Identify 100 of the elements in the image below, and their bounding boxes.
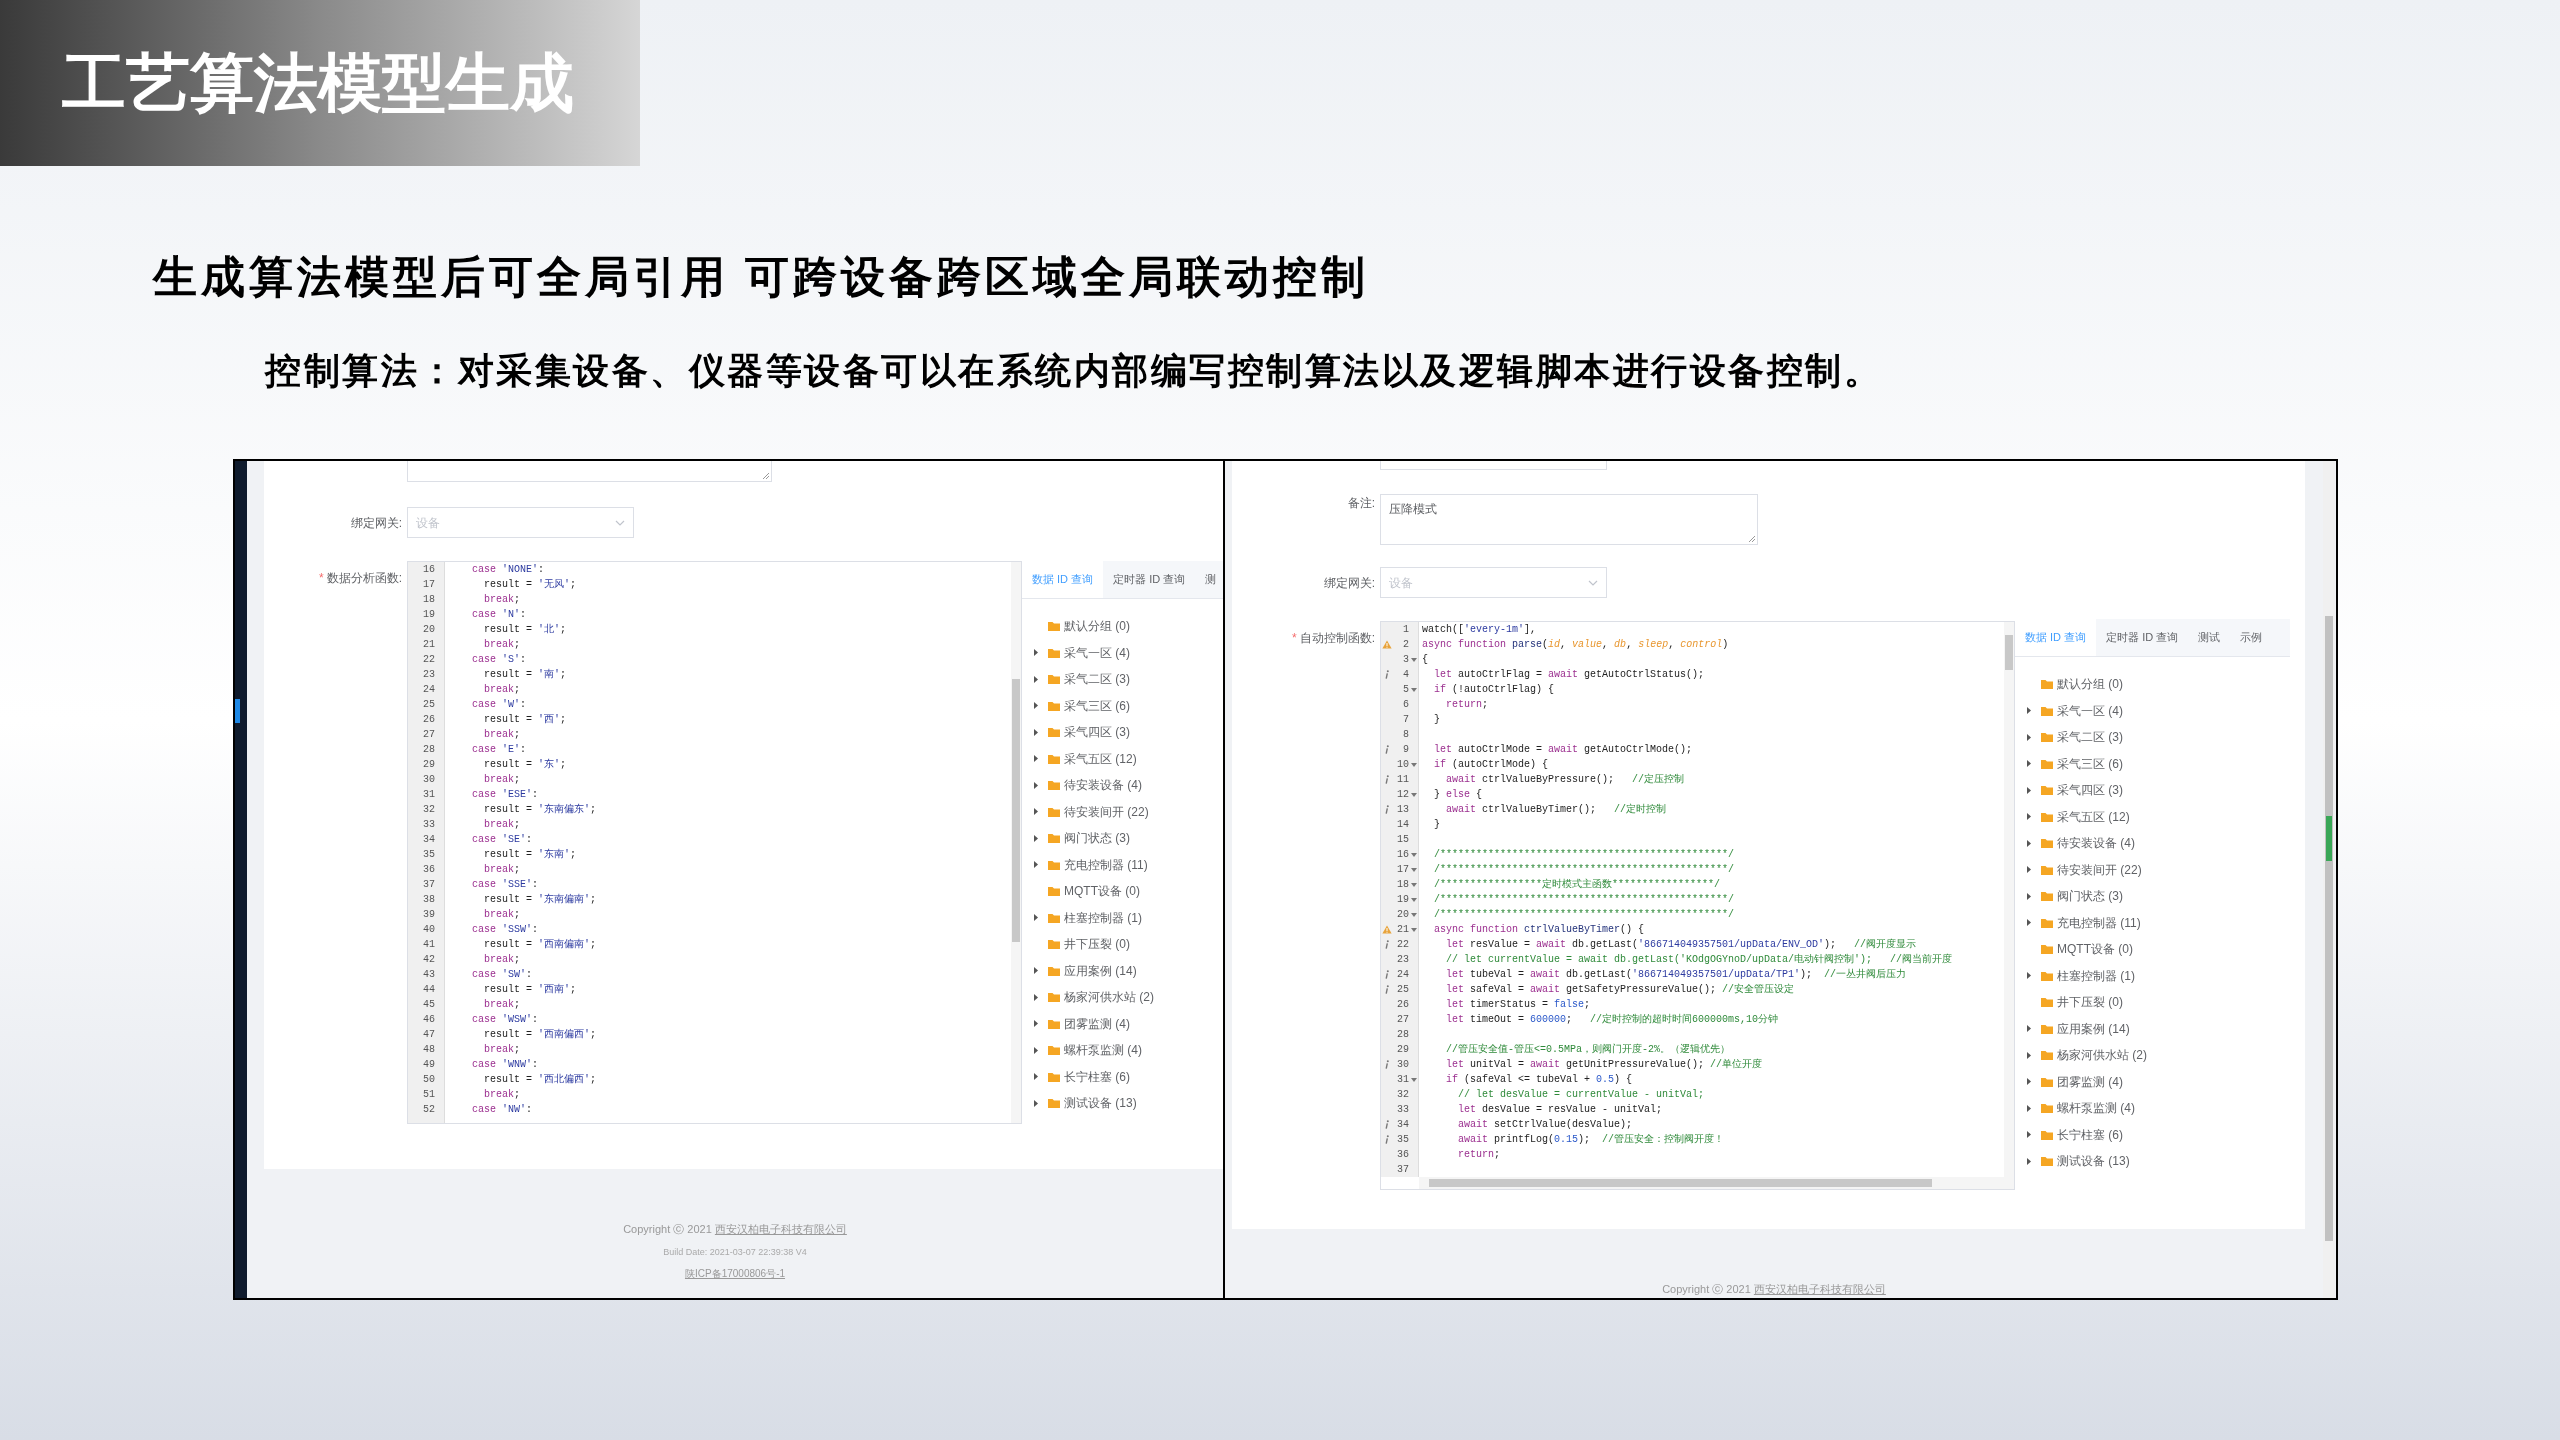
tree-item[interactable]: 螺杆泵监测 (4): [2027, 1095, 2135, 1122]
info-icon: [1383, 1120, 1390, 1129]
line-number: 19: [422, 608, 435, 622]
tree-item[interactable]: 井下压裂 (0): [1034, 931, 1130, 958]
info-icon: [1383, 775, 1390, 784]
tree-item[interactable]: 采气三区 (6): [2027, 750, 2123, 777]
folder-icon: [2041, 864, 2053, 875]
line-number: 40: [422, 923, 435, 937]
tree-item[interactable]: 应用案例 (14): [1034, 957, 1137, 984]
line-number: 16: [1396, 848, 1409, 862]
tree-item[interactable]: MQTT设备 (0): [1034, 878, 1140, 905]
line-number: 18: [1396, 878, 1409, 892]
copyright-text: Copyright ⓒ 2021 西安汉柏电子科技有限公司: [1662, 1282, 1886, 1297]
scrollbar[interactable]: [1419, 1177, 2014, 1189]
scrollbar-thumb[interactable]: [1429, 1179, 1932, 1187]
tree-item[interactable]: 待安装间开 (22): [2027, 856, 2142, 883]
tree-item[interactable]: 待安装设备 (4): [2027, 830, 2135, 857]
tree-item[interactable]: MQTT设备 (0): [2027, 936, 2133, 963]
field-label: 备注:: [1346, 495, 1376, 512]
tree-item[interactable]: 采气一区 (4): [2027, 697, 2123, 724]
code-line: async function ctrlValueByTimer() {: [1433, 923, 1646, 937]
tree-item[interactable]: 默认分组 (0): [1034, 613, 1130, 640]
folder-icon: [2041, 705, 2053, 716]
code-line: result = '南';: [483, 668, 568, 682]
scrollbar[interactable]: [2004, 622, 2014, 1177]
textarea-field[interactable]: [407, 461, 772, 482]
tree-item[interactable]: 采气一区 (4): [1034, 639, 1130, 666]
line-number: 49: [422, 1058, 435, 1072]
tree-item[interactable]: 应用案例 (14): [2027, 1015, 2130, 1042]
info-icon: [1383, 970, 1390, 979]
code-line: watch(['every-1m'],: [1422, 623, 1538, 637]
scrollbar[interactable]: [1011, 562, 1021, 1123]
folder-icon: [1048, 1071, 1060, 1082]
tree-item[interactable]: 测试设备 (13): [1034, 1090, 1137, 1117]
tree-item[interactable]: 测试设备 (13): [2027, 1148, 2130, 1175]
tree-item[interactable]: 待安装间开 (22): [1034, 798, 1149, 825]
warning-icon: [1381, 640, 1392, 649]
tree-item[interactable]: 团雾监测 (4): [2027, 1068, 2123, 1095]
line-number: 29: [422, 758, 435, 772]
scrollbar-thumb[interactable]: [2325, 616, 2333, 1241]
tree-item[interactable]: 采气三区 (6): [1034, 692, 1130, 719]
scrollbar-thumb[interactable]: [1012, 679, 1020, 942]
tree-item[interactable]: 井下压裂 (0): [2027, 989, 2123, 1016]
tree-item[interactable]: 采气五区 (12): [2027, 803, 2130, 830]
code-line: case 'SW':: [471, 968, 534, 982]
tab[interactable]: 定时器 ID 查询: [2096, 619, 2189, 656]
resize-grip-icon: [763, 473, 769, 479]
tab[interactable]: 测试: [2188, 619, 2231, 656]
code-line: await setCtrlValue(desValue);: [1457, 1118, 1634, 1132]
tree-item[interactable]: 杨家河供水站 (2): [2027, 1042, 2147, 1069]
tree-item[interactable]: 团雾监测 (4): [1034, 1010, 1130, 1037]
code-line: case 'SE':: [471, 833, 534, 847]
code-line: await printfLog(0.15); //管压安全：控制阀开度！: [1457, 1132, 1726, 1147]
tree-item[interactable]: 待安装设备 (4): [1034, 772, 1142, 799]
line-number: 35: [1396, 1133, 1409, 1147]
tree-item[interactable]: 采气四区 (3): [1034, 719, 1130, 746]
line-number: 20: [422, 623, 435, 637]
tree-item[interactable]: 充电控制器 (11): [2027, 909, 2141, 936]
tree-item[interactable]: 采气五区 (12): [1034, 745, 1137, 772]
code-line: break;: [483, 1043, 522, 1057]
tree-item[interactable]: 螺杆泵监测 (4): [1034, 1037, 1142, 1064]
tree-item[interactable]: 默认分组 (0): [2027, 671, 2123, 698]
code-line: {: [1422, 653, 1429, 667]
tab[interactable]: 示例: [2230, 619, 2263, 656]
input-field[interactable]: [1380, 461, 1607, 470]
code-line: break;: [483, 683, 522, 697]
warning-icon: [1381, 925, 1392, 934]
code-line: break;: [483, 728, 522, 742]
folder-icon: [1048, 806, 1060, 817]
line-number: 18: [422, 593, 435, 607]
tree-item[interactable]: 阀门状态 (3): [2027, 883, 2123, 910]
code-line: //管压安全值-管压<=0.5MPa，则阀门开度-2%。（逻辑优先）: [1445, 1042, 1732, 1057]
tree-item[interactable]: 采气四区 (3): [2027, 777, 2123, 804]
scrollbar-thumb[interactable]: [2005, 635, 2013, 670]
code-line: result = '东南偏南';: [483, 892, 598, 907]
folder-icon: [2041, 785, 2053, 796]
line-number: 26: [1396, 998, 1409, 1012]
info-icon: [1383, 1135, 1390, 1144]
line-number: 9: [1402, 743, 1409, 757]
info-icon: [1383, 670, 1390, 679]
line-number: 17: [422, 578, 435, 592]
scrollbar[interactable]: [2323, 461, 2335, 1298]
field-label: 绑定网关:: [1322, 574, 1376, 592]
tree-item[interactable]: 柱塞控制器 (1): [2027, 962, 2135, 989]
tree-item[interactable]: 充电控制器 (11): [1034, 851, 1148, 878]
tree-item[interactable]: 长宁柱塞 (6): [2027, 1121, 2123, 1148]
tree-item[interactable]: 长宁柱塞 (6): [1034, 1063, 1130, 1090]
required-mark: *: [319, 571, 324, 585]
code-line: result = '西北偏西';: [483, 1072, 598, 1087]
textarea-field[interactable]: 压降模式: [1380, 494, 1758, 545]
tree-item[interactable]: 采气二区 (3): [2027, 724, 2123, 751]
tab[interactable]: 定时器 ID 查询: [1103, 561, 1196, 598]
line-number: 37: [422, 878, 435, 892]
code-line: case 'SSW':: [471, 923, 540, 937]
tab[interactable]: 测: [1195, 561, 1217, 598]
tree-item[interactable]: 采气二区 (3): [1034, 666, 1130, 693]
tree-item[interactable]: 柱塞控制器 (1): [1034, 904, 1142, 931]
code-line: result = '东南偏东';: [483, 802, 598, 817]
tree-item[interactable]: 杨家河供水站 (2): [1034, 984, 1154, 1011]
tree-item[interactable]: 阀门状态 (3): [1034, 825, 1130, 852]
